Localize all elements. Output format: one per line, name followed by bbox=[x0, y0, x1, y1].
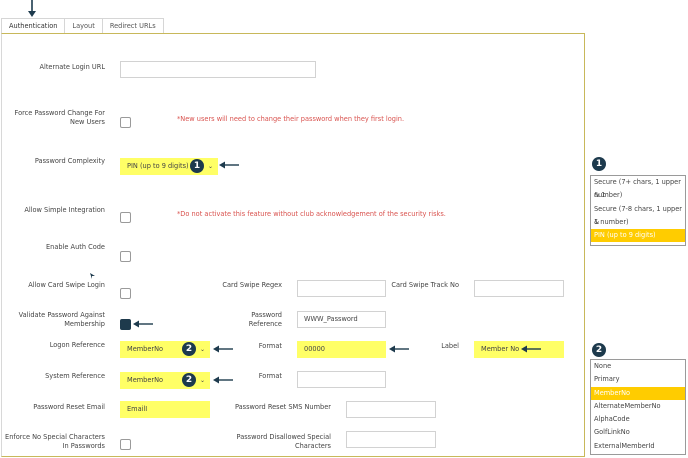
password-reset-email-select[interactable]: EmailI bbox=[120, 401, 210, 418]
system-reference-label: System Reference bbox=[45, 372, 105, 380]
cursor-icon bbox=[90, 273, 95, 279]
card-swipe-track-no-input[interactable] bbox=[474, 280, 564, 297]
reference-option[interactable]: Primary bbox=[591, 373, 685, 386]
alternate-login-url-input[interactable] bbox=[120, 61, 316, 78]
password-reset-sms-label: Password Reset SMS Number bbox=[234, 403, 331, 411]
password-reset-email-label: Password Reset Email bbox=[33, 403, 105, 411]
password-reset-email-value: EmailI bbox=[127, 405, 148, 413]
chevron-down-icon: ⌄ bbox=[207, 163, 213, 170]
enable-auth-code-checkbox[interactable] bbox=[120, 251, 131, 262]
card-swipe-track-no-label: Card Swipe Track No bbox=[391, 281, 459, 289]
arrow-left-icon bbox=[133, 320, 153, 328]
card-swipe-regex-label: Card Swipe Regex bbox=[222, 281, 282, 289]
logon-format-label: Format bbox=[258, 342, 282, 350]
password-complexity-options: Secure (7+ chars, 1 upper & 1 number) Se… bbox=[590, 175, 686, 246]
callout-badge-2: 2 bbox=[182, 373, 196, 387]
callout-badge-2: 2 bbox=[592, 343, 606, 357]
password-complexity-label: Password Complexity bbox=[34, 157, 105, 165]
callout-badge-2: 2 bbox=[182, 342, 196, 356]
chevron-down-icon: ⌄ bbox=[199, 346, 205, 353]
tab-redirect-urls[interactable]: Redirect URLs bbox=[101, 18, 164, 34]
tab-bar: Authentication Layout Redirect URLs bbox=[1, 18, 164, 34]
force-password-change-checkbox[interactable] bbox=[120, 117, 131, 128]
system-reference-value: MemberNo bbox=[127, 376, 164, 384]
alternate-login-url-label: Alternate Login URL bbox=[39, 63, 105, 71]
arrow-left-icon bbox=[219, 161, 239, 169]
label-value: Member No bbox=[481, 345, 520, 353]
logon-reference-value: MemberNo bbox=[127, 345, 164, 353]
reference-option[interactable]: None bbox=[591, 360, 685, 373]
reference-options: None Primary MemberNo AlternateMemberNo … bbox=[590, 359, 686, 455]
complexity-option[interactable]: Secure (7-8 chars, 1 upper & bbox=[591, 203, 685, 226]
allow-card-swipe-login-checkbox[interactable] bbox=[120, 288, 131, 299]
validate-password-checkbox[interactable] bbox=[120, 319, 131, 330]
reference-option[interactable]: ExternalMemberId bbox=[591, 440, 685, 453]
complexity-option[interactable]: Secure (7+ chars, 1 upper & 1 bbox=[591, 176, 685, 199]
tab-layout[interactable]: Layout bbox=[64, 18, 103, 34]
label-field-label: Label bbox=[441, 342, 459, 350]
force-password-change-label: Force Password Change For New Users bbox=[14, 109, 105, 126]
arrow-left-icon bbox=[389, 345, 409, 353]
system-format-label: Format bbox=[258, 372, 282, 380]
tab-authentication[interactable]: Authentication bbox=[1, 18, 66, 34]
password-disallowed-special-label: Password Disallowed Special Characters bbox=[236, 433, 331, 450]
password-reset-sms-input[interactable] bbox=[346, 401, 436, 418]
card-swipe-regex-input[interactable] bbox=[297, 280, 386, 297]
password-reference-label: Password Reference bbox=[248, 311, 282, 328]
logon-format-value: 00000 bbox=[304, 345, 325, 353]
password-reference-value: WWW_Password bbox=[304, 315, 358, 323]
password-reference-input[interactable]: WWW_Password bbox=[297, 311, 386, 328]
complexity-option-selected[interactable]: PIN (up to 9 digits) bbox=[591, 229, 685, 243]
callout-badge-1: 1 bbox=[190, 159, 204, 173]
allow-simple-integration-checkbox[interactable] bbox=[120, 212, 131, 223]
complexity-option[interactable]: 1 number) bbox=[591, 216, 685, 229]
reference-option[interactable]: AlternateMemberNo bbox=[591, 400, 685, 413]
allow-simple-integration-label: Allow Simple Integration bbox=[24, 206, 105, 214]
password-disallowed-special-input[interactable] bbox=[346, 431, 436, 448]
logon-format-input[interactable]: 00000 bbox=[297, 341, 386, 358]
complexity-option[interactable]: number) bbox=[591, 189, 685, 202]
reference-option[interactable]: GolfLinkNo bbox=[591, 426, 685, 439]
callout-badge-1: 1 bbox=[592, 157, 606, 171]
validate-password-label: Validate Password Against Membership bbox=[18, 311, 105, 328]
simple-integration-note: *Do not activate this feature without cl… bbox=[177, 210, 446, 218]
logon-reference-select[interactable]: MemberNo ⌄ bbox=[120, 341, 210, 358]
enable-auth-code-label: Enable Auth Code bbox=[46, 243, 105, 251]
chevron-down-icon: ⌄ bbox=[199, 377, 205, 384]
arrow-left-icon bbox=[521, 345, 541, 353]
label-input[interactable]: Member No bbox=[474, 341, 564, 358]
arrow-down-icon bbox=[28, 0, 36, 17]
enforce-no-special-checkbox[interactable] bbox=[120, 439, 131, 450]
password-complexity-value: PIN (up to 9 digits) bbox=[127, 162, 189, 170]
reference-option[interactable]: AlphaCode bbox=[591, 413, 685, 426]
system-reference-select[interactable]: MemberNo ⌄ bbox=[120, 372, 210, 389]
system-format-input[interactable] bbox=[297, 371, 386, 388]
reference-option-selected[interactable]: MemberNo bbox=[591, 386, 685, 400]
logon-reference-label: Logon Reference bbox=[49, 341, 105, 349]
force-password-note: *New users will need to change their pas… bbox=[177, 115, 405, 123]
allow-card-swipe-login-label: Allow Card Swipe Login bbox=[28, 281, 105, 289]
enforce-no-special-label: Enforce No Special Characters In Passwor… bbox=[5, 433, 105, 450]
